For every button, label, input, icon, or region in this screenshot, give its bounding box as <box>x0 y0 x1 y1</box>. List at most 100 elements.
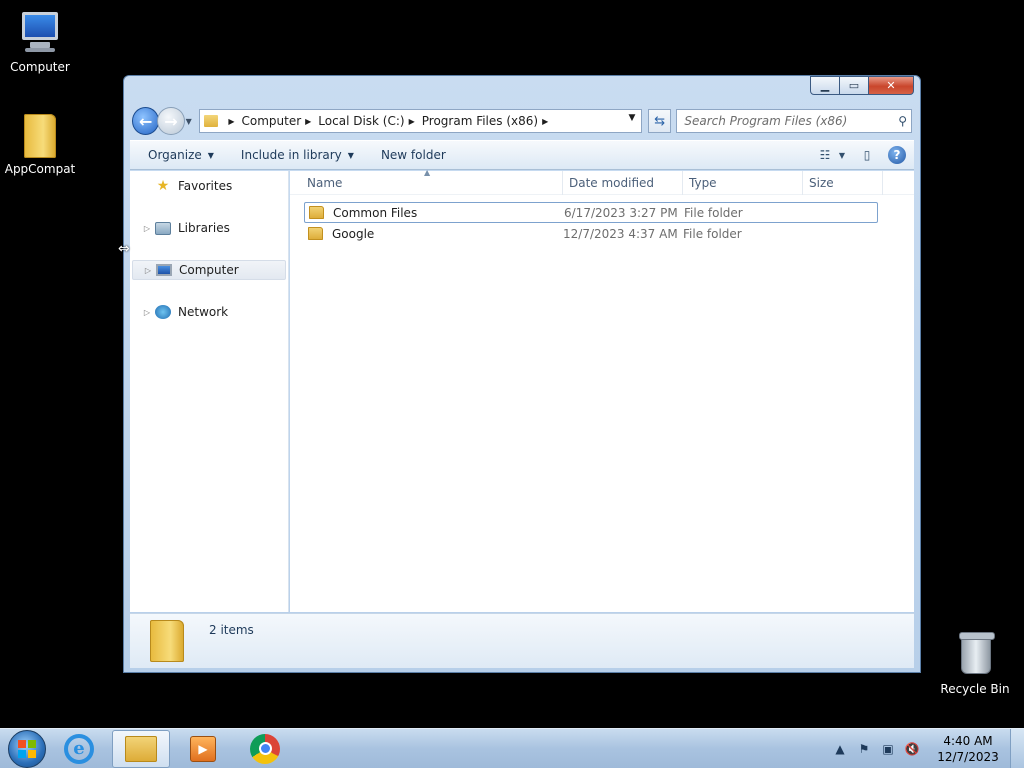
star-icon: ★ <box>156 178 170 194</box>
desktop-icon-computer[interactable]: Computer <box>0 8 80 74</box>
breadcrumb-separator[interactable]: ▶ <box>305 117 311 126</box>
file-date-modified: 6/17/2023 3:27 PM <box>564 205 678 220</box>
resize-cursor-icon: ⇔ <box>118 241 130 257</box>
nav-item-computer[interactable]: ▷ Computer <box>132 260 286 280</box>
nav-item-label: Favorites <box>178 179 233 193</box>
clock[interactable]: 4:40 AM 12/7/2023 <box>936 733 1000 765</box>
column-header-size[interactable]: Size <box>803 171 883 195</box>
nav-item-label: Computer <box>179 263 239 277</box>
address-dropdown-icon[interactable]: ▼ <box>625 113 639 123</box>
refresh-icon: ⇆ <box>654 113 666 129</box>
new-folder-button[interactable]: New folder <box>372 148 455 162</box>
expand-arrow-icon[interactable]: ▷ <box>140 308 154 317</box>
sort-ascending-icon: ▲ <box>424 168 431 177</box>
windows-explorer-icon <box>125 735 157 762</box>
taskbar-internet-explorer[interactable]: e <box>50 730 108 768</box>
column-header-date-modified[interactable]: Date modified <box>563 171 683 195</box>
item-count: 2 items <box>209 623 254 637</box>
clock-date: 12/7/2023 <box>937 749 999 764</box>
file-date-modified: 12/7/2023 4:37 AM <box>563 226 678 241</box>
organize-label: Organize <box>148 148 202 162</box>
new-folder-label: New folder <box>380 148 446 162</box>
column-header-label: Name <box>307 176 343 190</box>
action-center-icon[interactable]: ⚑ <box>854 739 874 759</box>
view-options-icon: ☷ <box>819 148 831 162</box>
include-in-library-button[interactable]: Include in library ▼ <box>232 148 363 162</box>
explorer-window: ▁ ▭ ✕ ← → ▼ ▶ Computer ▶ Local Disk (C:)… <box>123 75 921 673</box>
folder-icon <box>204 115 219 127</box>
minimize-button[interactable]: ▁ <box>810 76 840 95</box>
expand-arrow-icon[interactable]: ▷ <box>140 224 154 233</box>
address-bar[interactable]: ▶ Computer ▶ Local Disk (C:) ▶ Program F… <box>199 109 642 133</box>
file-type: File folder <box>684 205 743 220</box>
column-header-label: Type <box>689 176 717 190</box>
back-button[interactable]: ← <box>132 107 160 135</box>
show-hidden-icons-button[interactable]: ▲ <box>830 739 850 759</box>
taskbar-chrome[interactable] <box>236 730 294 768</box>
breadcrumb-program-files-x86[interactable]: Program Files (x86) <box>422 114 538 128</box>
desktop-icon-label: Computer <box>10 60 70 74</box>
search-input[interactable]: Search Program Files (x86) ⚲ <box>676 109 913 133</box>
breadcrumb-separator[interactable]: ▶ <box>409 117 415 126</box>
file-list: Name ▲ Date modified Type Size Common Fi… <box>290 168 914 612</box>
file-row[interactable]: Google 12/7/2023 4:37 AM File folder <box>304 223 878 244</box>
desktop-icon-recycle-bin[interactable]: Recycle Bin <box>935 630 1015 696</box>
command-bar: Organize ▼ Include in library ▼ New fold… <box>130 140 914 170</box>
nav-item-network[interactable]: ▷ Network <box>132 302 286 322</box>
refresh-button[interactable]: ⇆ <box>647 109 672 133</box>
system-tray: ▲ ⚑ ▣ 🔇 4:40 AM 12/7/2023 <box>826 728 1024 768</box>
volume-muted-icon[interactable]: 🔇 <box>902 739 922 759</box>
change-view-button[interactable]: ☷ <box>814 144 836 166</box>
help-button[interactable]: ? <box>886 144 908 166</box>
file-type: File folder <box>683 226 742 241</box>
show-desktop-button[interactable] <box>1010 728 1024 768</box>
folder-icon <box>308 227 323 240</box>
breadcrumb-computer[interactable]: Computer <box>241 114 301 128</box>
computer-icon <box>155 262 173 278</box>
recycle-bin-icon <box>951 630 999 678</box>
column-header-label: Size <box>809 176 834 190</box>
recent-pages-dropdown[interactable]: ▼ <box>186 117 196 126</box>
column-header-name[interactable]: Name ▲ <box>290 168 563 195</box>
windows-logo-icon <box>18 739 36 758</box>
column-header-label: Date modified <box>569 176 655 190</box>
start-button[interactable] <box>8 729 46 768</box>
close-button[interactable]: ✕ <box>868 76 914 95</box>
search-placeholder: Search Program Files (x86) <box>684 114 848 128</box>
folder-icon <box>16 110 64 158</box>
desktop-icon-appcompat[interactable]: AppCompat <box>0 110 80 176</box>
file-name: Common Files <box>333 205 418 220</box>
navigation-pane: ★ Favorites ▷ Libraries ▷ Computer ▷ Net… <box>130 171 289 612</box>
breadcrumb-separator[interactable]: ▶ <box>228 117 234 126</box>
network-status-icon[interactable]: ▣ <box>878 739 898 759</box>
computer-icon <box>16 8 64 56</box>
organize-button[interactable]: Organize ▼ <box>139 148 223 162</box>
internet-explorer-icon: e <box>64 733 94 764</box>
network-icon <box>154 304 172 320</box>
file-name: Google <box>332 226 375 241</box>
expand-arrow-icon[interactable]: ▷ <box>141 266 155 275</box>
breadcrumb-separator[interactable]: ▶ <box>542 117 548 126</box>
chevron-down-icon: ▼ <box>347 150 354 160</box>
help-icon: ? <box>888 146 906 164</box>
taskbar-media-player[interactable]: ▶ <box>174 730 232 768</box>
column-header-type[interactable]: Type <box>683 171 803 195</box>
preview-pane-button[interactable]: ▯ <box>856 144 878 166</box>
preview-pane-icon: ▯ <box>863 148 871 162</box>
folder-icon <box>309 206 324 219</box>
file-row[interactable]: Common Files 6/17/2023 3:27 PM File fold… <box>304 202 878 223</box>
breadcrumb-local-disk[interactable]: Local Disk (C:) <box>318 114 404 128</box>
search-icon[interactable]: ⚲ <box>898 114 907 128</box>
more-views-dropdown[interactable]: ▼ <box>836 144 848 166</box>
media-player-icon: ▶ <box>190 735 216 762</box>
nav-item-libraries[interactable]: ▷ Libraries <box>132 218 286 238</box>
taskbar-windows-explorer[interactable] <box>112 729 170 768</box>
column-headers: Name ▲ Date modified Type Size <box>290 168 914 195</box>
include-in-library-label: Include in library <box>240 148 342 162</box>
nav-item-favorites[interactable]: ★ Favorites <box>132 176 286 196</box>
forward-button[interactable]: → <box>157 107 185 135</box>
libraries-icon <box>154 220 172 236</box>
clock-time: 4:40 AM <box>943 733 993 748</box>
maximize-button[interactable]: ▭ <box>839 76 869 95</box>
desktop-icon-label: Recycle Bin <box>940 682 1010 696</box>
